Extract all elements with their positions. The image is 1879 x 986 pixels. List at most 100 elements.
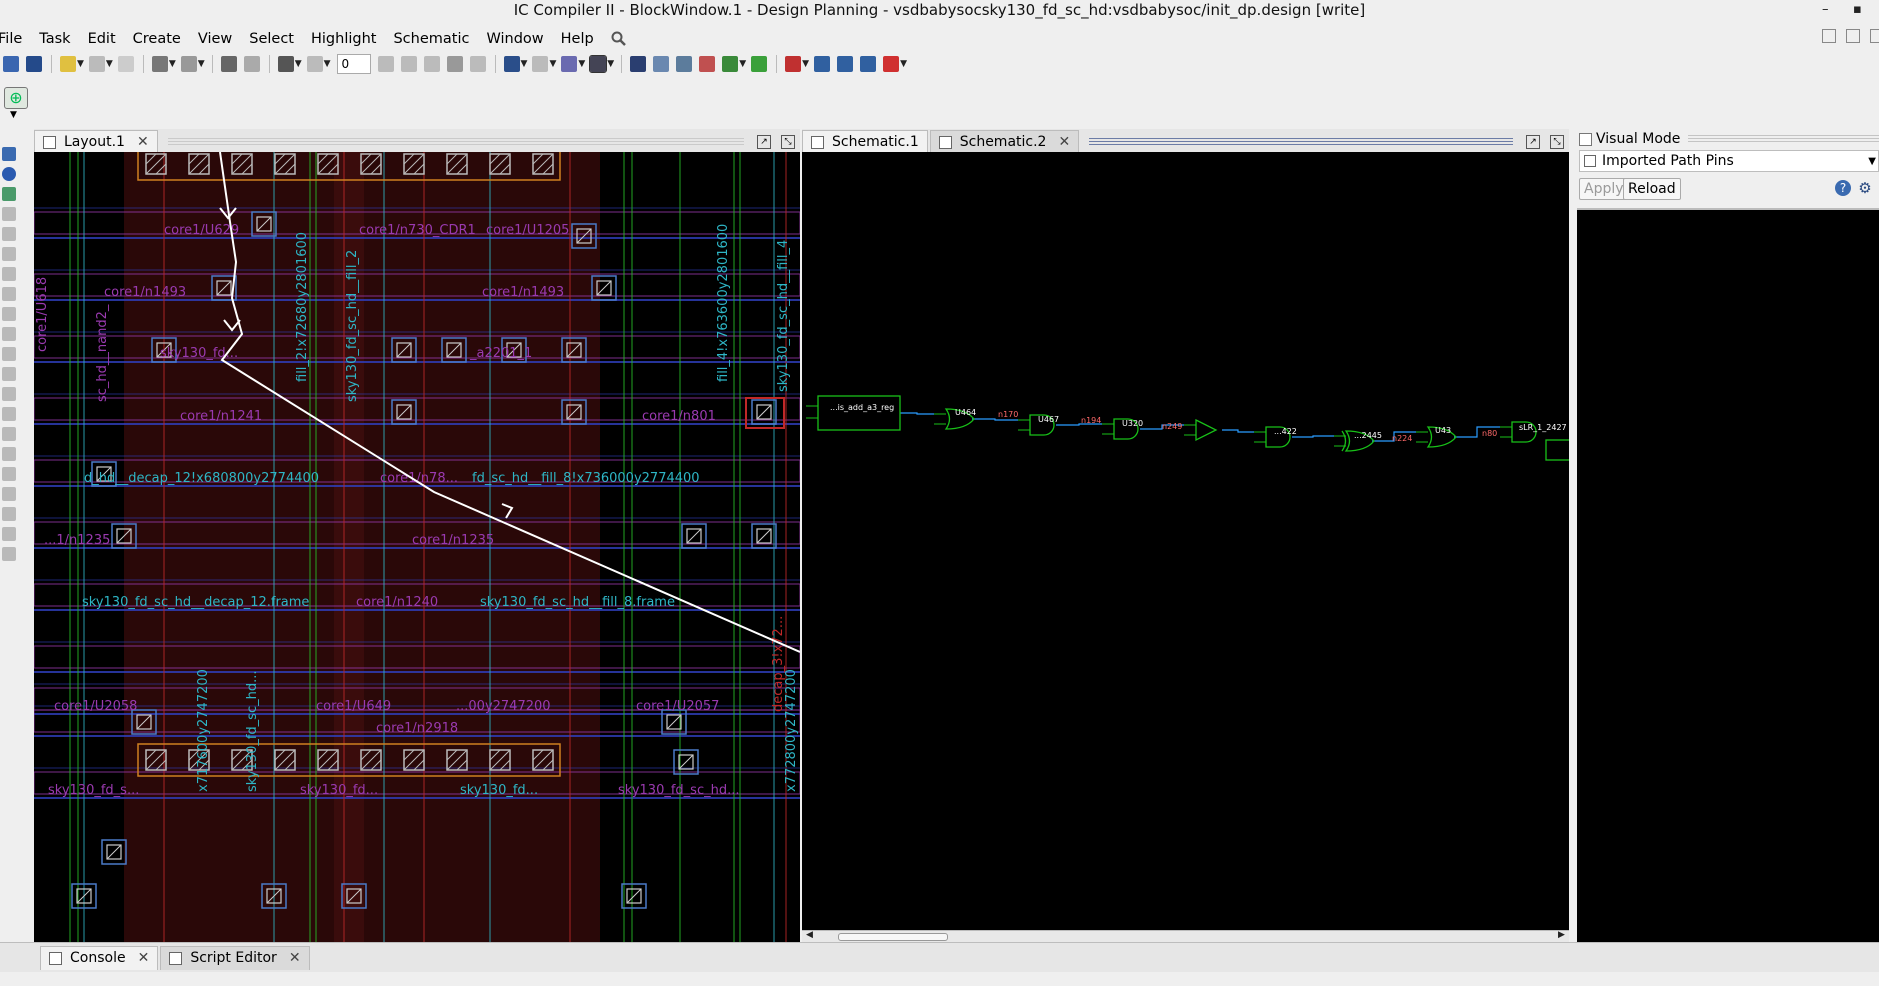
undock-icon[interactable]: ↗ <box>757 134 771 149</box>
icv-icon[interactable] <box>883 56 900 72</box>
rect-icon[interactable] <box>2 507 16 521</box>
chevron-down-icon[interactable]: ▼ <box>578 59 585 69</box>
undock-icon[interactable]: ↗ <box>1526 134 1540 149</box>
shape-icon[interactable] <box>2 487 16 501</box>
chip-icon[interactable] <box>653 56 670 72</box>
chevron-down-icon[interactable]: ▼ <box>900 59 907 69</box>
chevron-down-icon[interactable]: ▼ <box>739 59 746 69</box>
timing-icon[interactable] <box>676 56 693 72</box>
maximize-view-icon[interactable]: ⤡ <box>1550 134 1564 149</box>
stretch-icon[interactable] <box>2 227 16 241</box>
unlock-icon[interactable] <box>2 427 16 441</box>
save-icon[interactable] <box>26 56 42 72</box>
checklist-icon[interactable] <box>860 56 877 72</box>
menu-window[interactable]: Window <box>486 31 543 47</box>
chevron-down-icon[interactable]: ▼ <box>198 59 205 69</box>
layout-drawing[interactable]: core1/U629 core1/n730_CDR1 core1/U1205 c… <box>34 152 800 942</box>
schematic-canvas[interactable]: ...is_add_a3_reg U464 U467 U320 ...422 .… <box>802 152 1569 930</box>
grid-icon[interactable] <box>589 55 608 73</box>
scroll-thumb[interactable] <box>838 933 948 941</box>
menu-task[interactable]: Task <box>39 31 70 47</box>
flip-icon[interactable] <box>220 56 237 72</box>
menu-file[interactable]: File <box>0 31 22 47</box>
chevron-down-icon[interactable]: ▼ <box>10 110 17 120</box>
menu-highlight[interactable]: Highlight <box>311 31 376 47</box>
comment-icon[interactable] <box>503 56 520 72</box>
panel-grip[interactable] <box>1688 135 1879 143</box>
tab-layout-1[interactable]: Layout.1 ✕ <box>34 129 158 154</box>
menu-help[interactable]: Help <box>561 31 594 47</box>
tab-grip[interactable] <box>1089 137 1513 146</box>
undo-icon[interactable] <box>277 56 294 72</box>
path-draw-icon[interactable] <box>2 527 16 541</box>
align-icon[interactable] <box>377 56 394 72</box>
array-icon[interactable] <box>2 367 16 381</box>
chevron-down-icon[interactable]: ▼ <box>106 59 113 69</box>
path-icon[interactable] <box>699 56 716 72</box>
menu-create[interactable]: Create <box>133 31 181 47</box>
delete-icon[interactable] <box>2 387 16 401</box>
align-icon[interactable] <box>2 267 16 281</box>
zoom-icon[interactable] <box>2 187 16 201</box>
chevron-down-icon[interactable]: ▼ <box>169 59 176 69</box>
menu-schematic[interactable]: Schematic <box>393 31 469 47</box>
copy-icon[interactable] <box>2 327 16 341</box>
gear-icon[interactable]: ⚙ <box>1857 180 1873 196</box>
apply-button[interactable]: Apply <box>1579 178 1629 200</box>
schematic-hscrollbar[interactable]: ◀ ▶ <box>802 930 1569 942</box>
menu-edit[interactable]: Edit <box>88 31 116 47</box>
maximize-button[interactable]: ▪ <box>1853 0 1862 20</box>
star-icon[interactable] <box>117 56 134 72</box>
layout-canvas[interactable]: core1/U629 core1/n730_CDR1 core1/U1205 c… <box>34 152 800 942</box>
tree-icon[interactable] <box>532 56 549 72</box>
tab-script-editor[interactable]: Script Editor ✕ <box>160 945 310 970</box>
tab-console[interactable]: Console ✕ <box>40 945 159 970</box>
tab-schematic-2[interactable]: Schematic.2 ✕ <box>929 129 1080 154</box>
align-center-icon[interactable] <box>423 56 440 72</box>
via-icon[interactable] <box>2 547 16 561</box>
close-icon[interactable]: ✕ <box>137 134 149 150</box>
menu-view[interactable]: View <box>198 31 232 47</box>
report-icon[interactable] <box>814 56 831 72</box>
hierarchy-icon[interactable] <box>561 56 578 72</box>
split-icon[interactable] <box>2 247 16 261</box>
redo-icon[interactable] <box>306 56 323 72</box>
move-icon[interactable] <box>2 207 16 221</box>
spacing-icon[interactable] <box>2 287 16 301</box>
menu-select[interactable]: Select <box>249 31 294 47</box>
maximize-view-icon[interactable]: ⤡ <box>781 134 795 149</box>
select-pointer-icon[interactable] <box>2 147 16 161</box>
zoom-fit-icon[interactable]: ⊕ <box>4 87 28 109</box>
chevron-down-icon[interactable]: ▼ <box>802 59 809 69</box>
search-icon[interactable] <box>611 31 627 47</box>
tab-schematic-1[interactable]: Schematic.1 <box>802 129 928 154</box>
close-icon[interactable]: ✕ <box>289 950 301 966</box>
chart-icon[interactable] <box>837 56 854 72</box>
chevron-down-icon[interactable]: ▼ <box>1868 156 1876 167</box>
pin-icon[interactable] <box>751 56 768 72</box>
chevron-down-icon[interactable]: ▼ <box>324 59 331 69</box>
tile-icon[interactable] <box>1822 29 1836 43</box>
chevron-down-icon[interactable]: ▼ <box>295 59 302 69</box>
drc-icon[interactable] <box>785 56 802 72</box>
open-icon[interactable] <box>3 56 19 72</box>
minimize-button[interactable]: – <box>1822 0 1829 20</box>
route-icon[interactable] <box>151 56 168 72</box>
panel-toggle-checkbox[interactable] <box>1579 132 1592 146</box>
highlight-pen-icon[interactable] <box>60 56 76 72</box>
net-icon[interactable] <box>722 56 739 72</box>
float-icon[interactable] <box>1870 29 1879 43</box>
rotate-icon[interactable] <box>243 56 260 72</box>
pen-icon[interactable] <box>2 447 16 461</box>
align-left-icon[interactable] <box>400 56 417 72</box>
help-icon[interactable]: ? <box>1835 180 1851 196</box>
align-top-icon[interactable] <box>469 56 486 72</box>
chevron-down-icon[interactable]: ▼ <box>77 59 84 69</box>
resize-icon[interactable] <box>2 307 16 321</box>
scroll-right-icon[interactable]: ▶ <box>1558 930 1565 940</box>
close-icon[interactable]: ✕ <box>1058 134 1070 150</box>
tab-grip[interactable] <box>167 137 744 146</box>
reload-button[interactable]: Reload <box>1623 178 1681 200</box>
mode-select[interactable]: Imported Path Pins ▼ <box>1579 150 1879 172</box>
chevron-down-icon[interactable]: ▼ <box>607 59 614 69</box>
